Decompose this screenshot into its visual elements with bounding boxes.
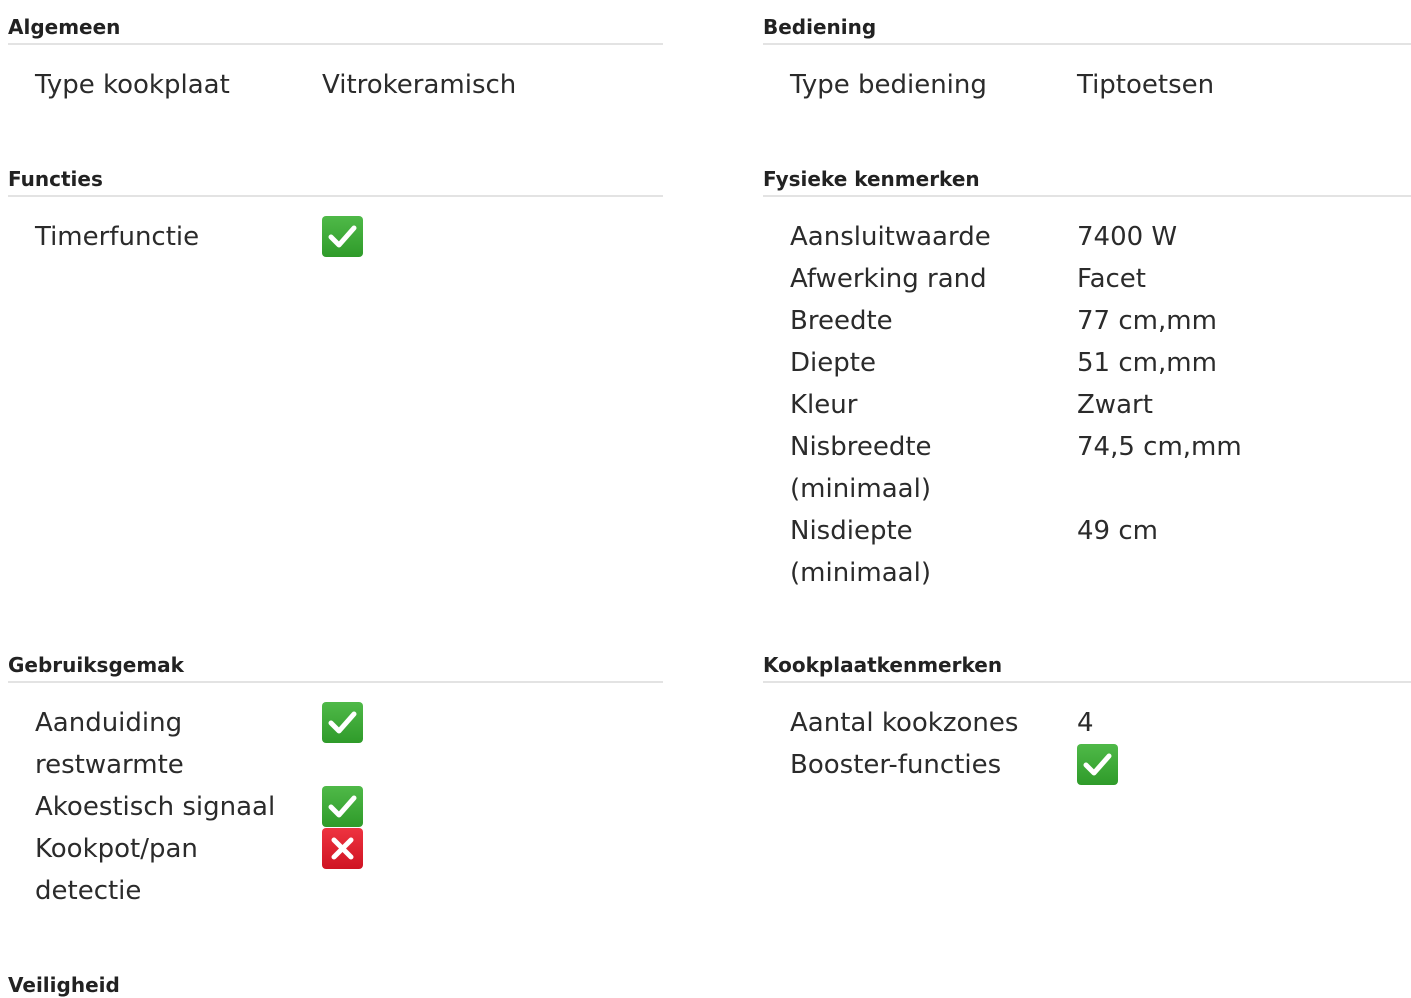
section-divider	[8, 43, 663, 45]
check-icon	[322, 702, 363, 743]
spec-value: 4	[1077, 708, 1094, 738]
spec-row: Breedte 77 cm,mm	[763, 300, 1411, 342]
spec-label: Kleur	[790, 390, 858, 420]
section-title-gebruiksgemak: Gebruiksgemak	[8, 653, 184, 677]
spec-row: Kookpot/pan detectie	[8, 828, 663, 912]
spec-value: 51 cm,mm	[1077, 348, 1217, 378]
section-title-kookplaatkenmerken: Kookplaatkenmerken	[763, 653, 1003, 677]
spec-label: Aansluitwaarde	[790, 222, 991, 252]
spec-value: Vitrokeramisch	[322, 70, 517, 100]
section-title-bediening: Bediening	[763, 15, 877, 39]
spec-label: Nisdiepte (minimaal)	[790, 516, 931, 588]
section-divider	[763, 43, 1411, 45]
spec-row: Booster-functies	[763, 744, 1411, 786]
spec-label-cell: Nisbreedte (minimaal)	[763, 426, 1077, 510]
spec-label: Afwerking rand	[790, 264, 987, 294]
section-fysieke-kenmerken: Fysieke kenmerken Aansluitwaarde 7400 W …	[763, 166, 1411, 594]
section-title-functies: Functies	[8, 167, 103, 191]
check-icon	[322, 216, 363, 257]
section-veiligheid: Veiligheid	[8, 972, 663, 998]
section-functies: Functies Timerfunctie	[8, 166, 663, 258]
spec-row: Kleur Zwart	[763, 384, 1411, 426]
section-gebruiksgemak: Gebruiksgemak Aanduiding restwarmte Akoe…	[8, 652, 663, 912]
spec-label: Aantal kookzones	[790, 708, 1019, 738]
section-divider	[763, 681, 1411, 683]
section-divider	[8, 681, 663, 683]
spec-row: Afwerking rand Facet	[763, 258, 1411, 300]
spec-row: Aansluitwaarde 7400 W	[763, 216, 1411, 258]
section-divider	[8, 195, 663, 197]
spec-row: Aantal kookzones 4	[763, 702, 1411, 744]
spec-value: Tiptoetsen	[1077, 70, 1215, 100]
spec-label: Akoestisch signaal	[35, 792, 276, 822]
spec-row: Type bediening Tiptoetsen	[763, 64, 1411, 106]
spec-label-cell: Aanduiding restwarmte	[8, 702, 322, 786]
spec-value: Facet	[1077, 264, 1146, 294]
spec-label: Breedte	[790, 306, 893, 336]
spec-value: 77 cm,mm	[1077, 306, 1217, 336]
section-divider	[763, 195, 1411, 197]
spec-label: Type kookplaat	[35, 70, 230, 100]
section-title-algemeen: Algemeen	[8, 15, 121, 39]
spec-row: Nisdiepte (minimaal) 49 cm	[763, 510, 1411, 594]
spec-value: 7400 W	[1077, 222, 1178, 252]
section-bediening: Bediening Type bediening Tiptoetsen	[763, 14, 1411, 106]
spec-label-cell: Nisdiepte (minimaal)	[763, 510, 1077, 594]
spec-row: Nisbreedte (minimaal) 74,5 cm,mm	[763, 426, 1411, 510]
spec-row: Aanduiding restwarmte	[8, 702, 663, 786]
cross-icon	[322, 828, 363, 869]
spec-label: Nisbreedte (minimaal)	[790, 432, 932, 504]
spec-value: Zwart	[1077, 390, 1153, 420]
section-title-veiligheid: Veiligheid	[8, 973, 120, 997]
section-kookplaatkenmerken: Kookplaatkenmerken Aantal kookzones 4 Bo…	[763, 652, 1411, 786]
spec-value: 49 cm	[1077, 516, 1158, 546]
spec-row: Timerfunctie	[8, 216, 663, 258]
section-algemeen: Algemeen Type kookplaat Vitrokeramisch	[8, 14, 663, 106]
spec-label: Kookpot/pan detectie	[35, 834, 198, 906]
spec-value: 74,5 cm,mm	[1077, 432, 1242, 462]
check-icon	[322, 786, 363, 827]
spec-label: Timerfunctie	[35, 222, 200, 252]
spec-row: Akoestisch signaal	[8, 786, 663, 828]
section-title-fysieke-kenmerken: Fysieke kenmerken	[763, 167, 980, 191]
spec-label: Aanduiding restwarmte	[35, 708, 184, 780]
spec-row: Type kookplaat Vitrokeramisch	[8, 64, 663, 106]
check-icon	[1077, 744, 1118, 785]
spec-label-cell: Kookpot/pan detectie	[8, 828, 322, 912]
spec-label: Diepte	[790, 348, 876, 378]
spec-label: Booster-functies	[790, 750, 1002, 780]
spec-row: Diepte 51 cm,mm	[763, 342, 1411, 384]
spec-label: Type bediening	[790, 70, 987, 100]
